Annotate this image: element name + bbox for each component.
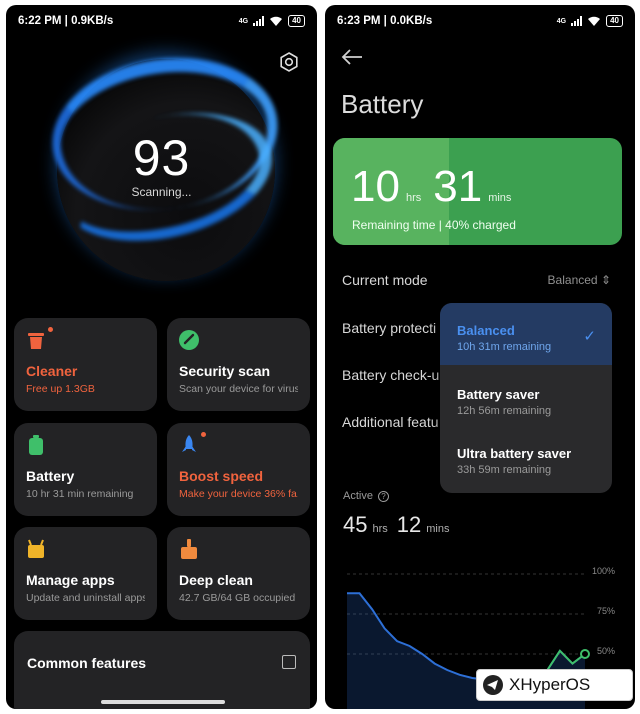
- additional-features-row[interactable]: Additional featu: [342, 414, 439, 430]
- battery-title: Battery: [26, 468, 75, 484]
- page-title: Battery: [341, 89, 424, 119]
- battery-subtitle: 10 hr 31 min remaining: [26, 488, 134, 500]
- check-icon: ✓: [583, 328, 596, 345]
- boost-speed-card[interactable]: Boost speed Make your device 36% fa...: [167, 423, 310, 516]
- battery-level: 40: [606, 15, 623, 27]
- updown-icon: ⇕: [600, 273, 611, 287]
- deep-clean-card[interactable]: Deep clean 42.7 GB/64 GB occupied: [167, 527, 310, 620]
- signal-icon: [253, 16, 265, 26]
- battery-checkup-row[interactable]: Battery check-u: [342, 367, 439, 383]
- help-icon[interactable]: ?: [377, 490, 389, 502]
- back-arrow-icon[interactable]: [341, 49, 363, 65]
- apps-icon: [26, 539, 46, 559]
- deep-clean-subtitle: 42.7 GB/64 GB occupied: [179, 592, 296, 604]
- deep-clean-title: Deep clean: [179, 572, 253, 588]
- scan-status: Scanning...: [131, 185, 192, 199]
- signal-icon: [571, 16, 583, 26]
- home-indicator[interactable]: [101, 700, 225, 704]
- active-label: Active?: [343, 490, 389, 502]
- battery-card[interactable]: Battery 10 hr 31 min remaining: [14, 423, 157, 516]
- watermark: XHyperOS: [476, 669, 633, 701]
- cleaner-alert-dot: [48, 327, 53, 332]
- remaining-minutes: 31: [433, 162, 483, 211]
- edit-icon[interactable]: [282, 655, 296, 669]
- cleaner-card[interactable]: Cleaner Free up 1.3GB: [14, 318, 157, 411]
- cleaner-subtitle: Free up 1.3GB: [26, 383, 95, 395]
- battery-level: 40: [288, 15, 305, 27]
- cleaner-title: Cleaner: [26, 363, 78, 379]
- wifi-icon: [588, 16, 601, 26]
- security-app-screen: 6:22 PM | 0.9KB/s 4G 40 93 Scanning... C…: [6, 5, 317, 709]
- remaining-hours-unit: hrs: [405, 192, 422, 204]
- status-time: 6:22 PM | 0.9KB/s: [18, 15, 114, 27]
- battery-icon: [26, 435, 46, 455]
- current-point: [580, 649, 590, 659]
- network-type: 4G: [556, 17, 567, 25]
- network-type: 4G: [238, 17, 249, 25]
- trash-icon: [26, 327, 53, 350]
- manage-apps-title: Manage apps: [26, 572, 115, 588]
- current-mode-row[interactable]: Current mode: [342, 272, 428, 288]
- battery-protection-row[interactable]: Battery protecti: [342, 320, 436, 336]
- battery-screen: 6:23 PM | 0.0KB/s 4G 40 Battery 10 hrs 3…: [325, 5, 635, 709]
- manage-apps-card[interactable]: Manage apps Update and uninstall apps: [14, 527, 157, 620]
- manage-apps-subtitle: Update and uninstall apps: [26, 592, 145, 604]
- active-time: 45 hrs 12 mins: [343, 512, 450, 537]
- broom-icon: [179, 539, 199, 559]
- boost-speed-subtitle: Make your device 36% fa...: [179, 488, 298, 500]
- security-score: 93: [132, 130, 191, 186]
- shield-check-icon: [179, 330, 199, 350]
- remaining-time-card: 10 hrs 31 mins Remaining time | 40% char…: [333, 138, 622, 245]
- mode-option-balanced[interactable]: Balanced 10h 31m remaining ✓: [440, 303, 612, 365]
- remaining-caption: Remaining time | 40% charged: [352, 218, 516, 232]
- status-bar: 6:23 PM | 0.0KB/s 4G 40: [325, 5, 635, 37]
- boost-alert-dot: [201, 432, 206, 437]
- mode-option-battery-saver[interactable]: Battery saver 12h 56m remaining: [440, 367, 612, 429]
- common-features-panel: Common features: [14, 631, 310, 709]
- mode-option-ultra-battery-saver[interactable]: Ultra battery saver 33h 59m remaining: [440, 426, 612, 488]
- security-scan-title: Security scan: [179, 363, 271, 379]
- mode-dropdown: Balanced 10h 31m remaining ✓ Battery sav…: [440, 303, 612, 493]
- rocket-icon: [179, 432, 206, 455]
- common-features-title: Common features: [27, 655, 147, 671]
- security-scan-subtitle: Scan your device for virus...: [179, 383, 298, 395]
- security-scan-card[interactable]: Security scan Scan your device for virus…: [167, 318, 310, 411]
- remaining-minutes-unit: mins: [488, 192, 512, 204]
- current-mode-value[interactable]: Balanced ⇕: [548, 273, 611, 287]
- boost-speed-title: Boost speed: [179, 468, 264, 484]
- remaining-hours: 10: [351, 162, 400, 211]
- wifi-icon: [270, 16, 283, 26]
- settings-gear-icon[interactable]: [279, 52, 299, 72]
- telegram-icon: [483, 675, 503, 695]
- status-bar: 6:22 PM | 0.9KB/s 4G 40: [6, 5, 317, 37]
- status-time: 6:23 PM | 0.0KB/s: [337, 15, 433, 27]
